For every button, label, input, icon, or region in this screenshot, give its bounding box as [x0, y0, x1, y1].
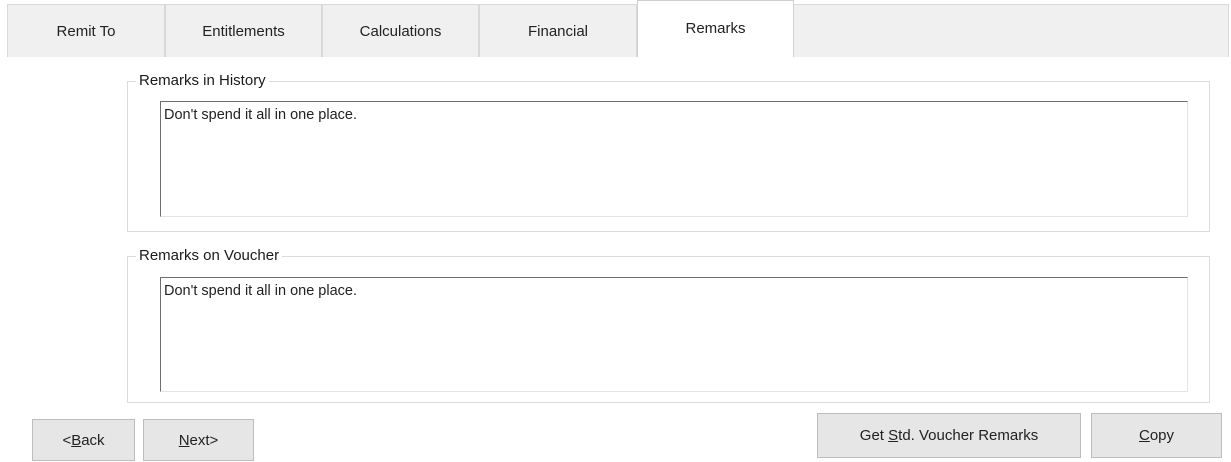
remarks-voucher-text: Don't spend it all in one place. — [164, 283, 358, 299]
copy-button[interactable]: Copy — [1091, 413, 1222, 458]
remarks-history-text: Don't spend it all in one place. — [164, 107, 358, 123]
tab-strip: Remit To Entitlements Calculations Finan… — [0, 0, 1231, 57]
get-std-button-prefix: Get — [859, 427, 889, 444]
remarks-history-title: Remarks in History — [136, 71, 269, 91]
remarks-voucher-textarea[interactable]: Don't spend it all in one place. — [160, 277, 1188, 392]
copy-button-label: opy — [1149, 427, 1175, 444]
remarks-history-group: Remarks in History Don't spend it all in… — [127, 71, 1210, 232]
get-std-button-mnemonic: S — [888, 427, 899, 444]
tab-remit-to[interactable]: Remit To — [7, 4, 165, 57]
back-button[interactable]: < Back — [32, 419, 135, 461]
remarks-voucher-group: Remarks on Voucher Don't spend it all in… — [127, 246, 1210, 403]
tab-calculations[interactable]: Calculations — [322, 4, 479, 57]
remarks-voucher-title: Remarks on Voucher — [136, 246, 283, 266]
tab-label: Remit To — [56, 22, 116, 40]
copy-button-mnemonic: C — [1138, 427, 1150, 444]
tab-label: Financial — [527, 22, 589, 40]
back-button-prefix: < — [62, 431, 72, 449]
tab-entitlements[interactable]: Entitlements — [165, 4, 322, 57]
tab-label: Remarks — [685, 20, 746, 37]
tab-strip-filler — [793, 4, 1229, 57]
tab-financial[interactable]: Financial — [479, 4, 637, 57]
back-button-mnemonic: B — [71, 431, 82, 449]
tab-label: Entitlements — [202, 22, 285, 40]
tab-remarks[interactable]: Remarks — [637, 0, 794, 57]
next-button[interactable]: Next> — [143, 419, 254, 461]
remarks-history-textarea[interactable]: Don't spend it all in one place. — [160, 101, 1188, 217]
tab-label: Calculations — [359, 22, 442, 40]
get-std-button-label: td. Voucher Remarks — [898, 427, 1039, 444]
get-std-voucher-remarks-button[interactable]: Get Std. Voucher Remarks — [817, 413, 1081, 458]
next-button-mnemonic: N — [178, 431, 190, 449]
back-button-label: ack — [81, 431, 105, 449]
next-button-label: ext> — [189, 431, 219, 449]
